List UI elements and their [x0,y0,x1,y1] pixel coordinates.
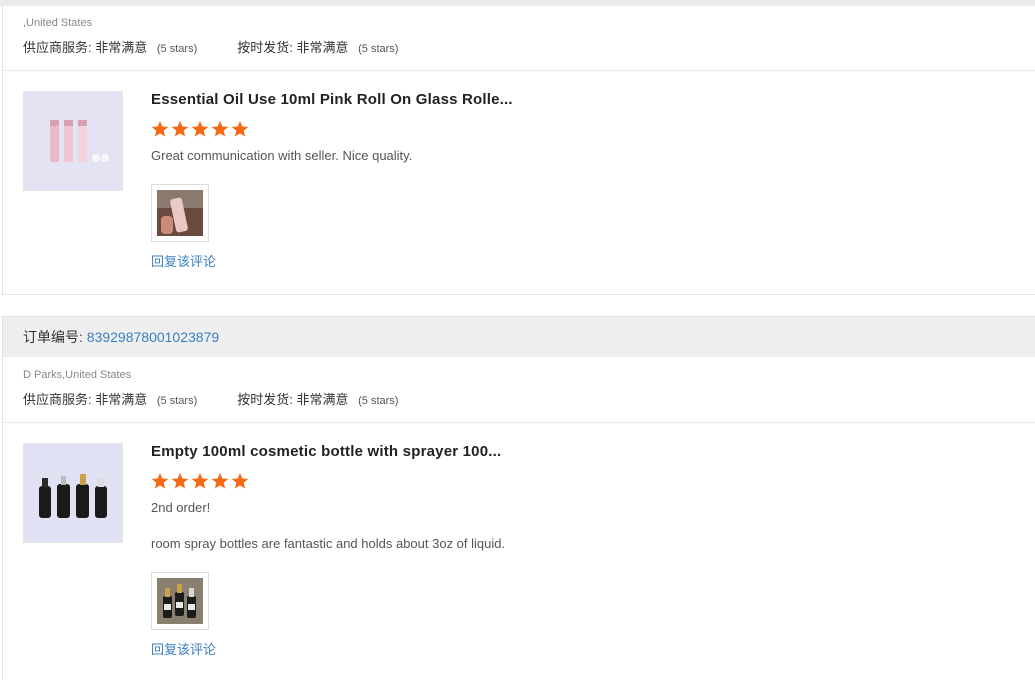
order-number-link[interactable]: 83929878001023879 [87,329,219,345]
star-icon [231,472,249,489]
buyer-info: ,United States [23,17,93,29]
seller-ratings: 供应商服务: 非常满意 (5 stars) 按时发货: 非常满意 (5 star… [3,389,1035,408]
on-time-label: 按时发货: [237,40,293,55]
buyer-info: D Parks,United States [23,369,132,381]
star-icon [151,472,169,489]
black-bottles-image [24,444,122,542]
on-time-stars: (5 stars) [358,395,399,407]
supplier-service-label: 供应商服务: [23,40,92,55]
supplier-service-label: 供应商服务: [23,392,92,407]
product-thumbnail[interactable] [23,443,123,543]
on-time-label: 按时发货: [237,392,293,407]
supplier-service-rating: 供应商服务: 非常满意 (5 stars) [23,389,197,408]
star-icon [211,472,229,489]
star-icon [171,472,189,489]
review-content: Essential Oil Use 10ml Pink Roll On Glas… [151,91,1015,270]
review-content: Empty 100ml cosmetic bottle with sprayer… [151,443,1015,658]
product-thumbnail[interactable] [23,91,123,191]
review-photo[interactable] [151,184,209,242]
star-icon [171,120,189,137]
star-icon [191,472,209,489]
order-number-label: 订单编号: [23,329,83,345]
star-icon [211,120,229,137]
review-card: ,United States 供应商服务: 非常满意 (5 stars) 按时发… [2,6,1035,295]
supplier-service-stars: (5 stars) [156,395,198,407]
star-rating [151,472,1015,492]
reply-review-link[interactable]: 回复该评论 [151,639,1015,658]
order-bar: 订单编号: 83929878001023879 [3,317,1035,357]
review-comment: 2nd order! [151,500,211,515]
reply-review-link[interactable]: 回复该评论 [151,251,1015,270]
product-title[interactable]: Essential Oil Use 10ml Pink Roll On Glas… [151,91,1015,108]
review-card: 订单编号: 83929878001023879 D Parks,United S… [2,316,1035,680]
star-rating [151,120,1015,140]
star-icon [151,120,169,137]
pink-roller-bottles-image [24,92,122,190]
star-icon [191,120,209,137]
star-icon [231,120,249,137]
customer-photo-image [157,190,203,236]
supplier-service-rating: 供应商服务: 非常满意 (5 stars) [23,37,197,56]
on-time-rating: 按时发货: 非常满意 (5 stars) [237,389,398,408]
supplier-service-value: 非常满意 [95,40,148,55]
review-comment: room spray bottles are fantastic and hol… [151,536,506,551]
on-time-stars: (5 stars) [358,43,399,55]
supplier-service-stars: (5 stars) [156,43,198,55]
seller-ratings: 供应商服务: 非常满意 (5 stars) 按时发货: 非常满意 (5 star… [3,37,1035,56]
customer-photo-image [157,578,203,624]
review-photo[interactable] [151,572,209,630]
supplier-service-value: 非常满意 [95,392,148,407]
on-time-value: 非常满意 [296,40,349,55]
on-time-rating: 按时发货: 非常满意 (5 stars) [237,37,398,56]
review-comment: Great communication with seller. Nice qu… [151,148,413,163]
on-time-value: 非常满意 [296,392,349,407]
product-title[interactable]: Empty 100ml cosmetic bottle with sprayer… [151,443,1015,460]
